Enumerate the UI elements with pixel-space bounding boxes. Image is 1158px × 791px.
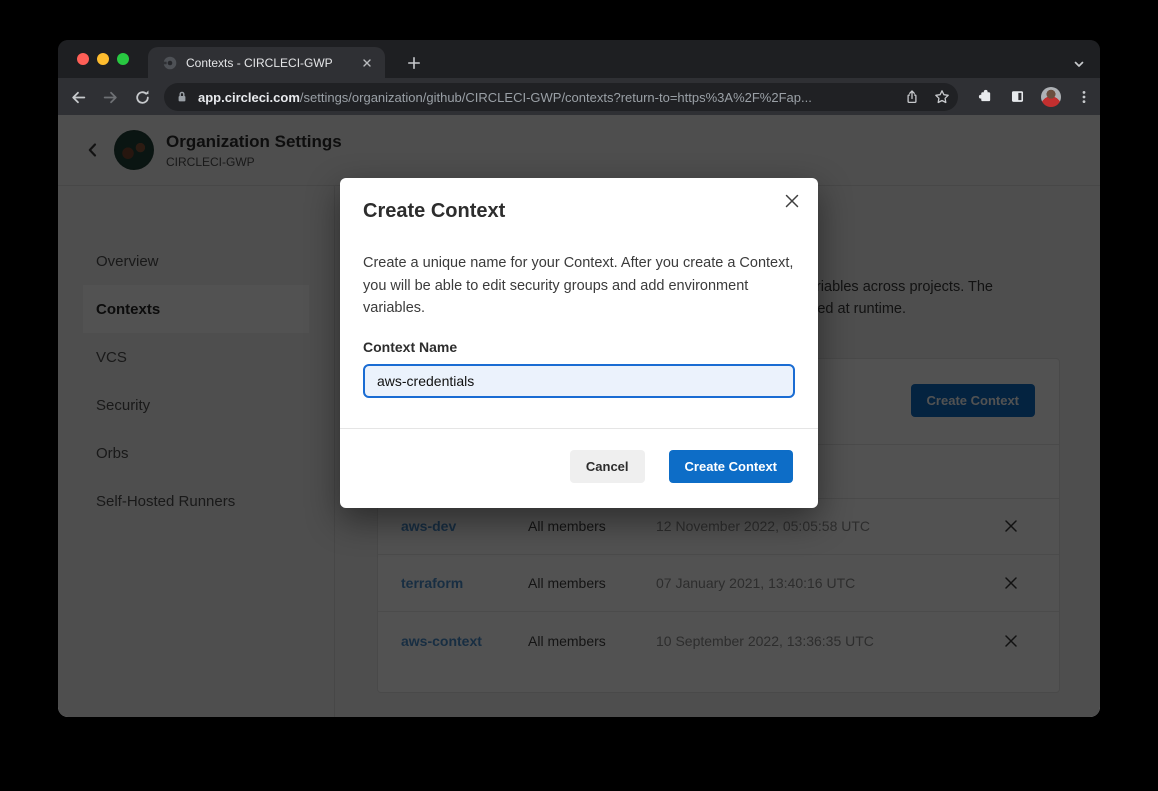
back-icon[interactable] <box>65 84 91 110</box>
browser-window: Contexts - CIRCLECI-GWP <box>58 40 1100 717</box>
side-panel-icon[interactable] <box>1009 88 1026 105</box>
modal-description-line: variables. <box>363 297 793 320</box>
page-viewport: Organization Settings CIRCLECI-GWP Overv… <box>58 115 1100 717</box>
modal-footer: Cancel Create Context <box>340 450 818 483</box>
fullscreen-window-button[interactable] <box>117 53 129 65</box>
circleci-favicon-icon <box>162 55 178 71</box>
reload-icon[interactable] <box>129 84 155 110</box>
bookmark-star-icon[interactable] <box>934 89 950 105</box>
url-path: /settings/organization/github/CIRCLECI-G… <box>300 90 812 105</box>
modal-divider <box>340 428 818 429</box>
new-tab-button[interactable] <box>402 51 426 75</box>
screenshot-stage: Contexts - CIRCLECI-GWP <box>0 0 1158 791</box>
browser-tab[interactable]: Contexts - CIRCLECI-GWP <box>148 47 385 78</box>
create-context-modal: Create Context Create a unique name for … <box>340 178 818 508</box>
browser-toolbar: app.circleci.com/settings/organization/g… <box>58 78 1100 115</box>
modal-title: Create Context <box>363 200 505 223</box>
tab-title: Contexts - CIRCLECI-GWP <box>186 56 359 70</box>
modal-description-line: you will be able to edit security groups… <box>363 275 793 298</box>
context-name-label: Context Name <box>363 339 457 355</box>
modal-close-icon[interactable] <box>781 190 803 212</box>
close-window-button[interactable] <box>77 53 89 65</box>
modal-create-context-button[interactable]: Create Context <box>669 450 793 483</box>
browser-menu-dots-icon[interactable] <box>1076 89 1092 105</box>
tab-search-chevron-icon[interactable] <box>1066 51 1092 77</box>
extensions-puzzle-icon[interactable] <box>977 88 994 105</box>
profile-avatar[interactable] <box>1041 87 1061 107</box>
minimize-window-button[interactable] <box>97 53 109 65</box>
cancel-button[interactable]: Cancel <box>570 450 645 483</box>
modal-description: Create a unique name for your Context. A… <box>363 252 793 320</box>
address-bar[interactable]: app.circleci.com/settings/organization/g… <box>164 83 958 111</box>
url-domain: app.circleci.com <box>198 90 300 105</box>
url-text: app.circleci.com/settings/organization/g… <box>198 90 812 105</box>
tab-close-icon[interactable] <box>359 55 375 71</box>
modal-description-line: Create a unique name for your Context. A… <box>363 252 793 275</box>
context-name-input[interactable] <box>363 364 795 398</box>
share-icon[interactable] <box>904 89 920 105</box>
browser-tabstrip: Contexts - CIRCLECI-GWP <box>58 40 1100 78</box>
forward-icon[interactable] <box>97 84 123 110</box>
lock-icon <box>174 89 190 105</box>
